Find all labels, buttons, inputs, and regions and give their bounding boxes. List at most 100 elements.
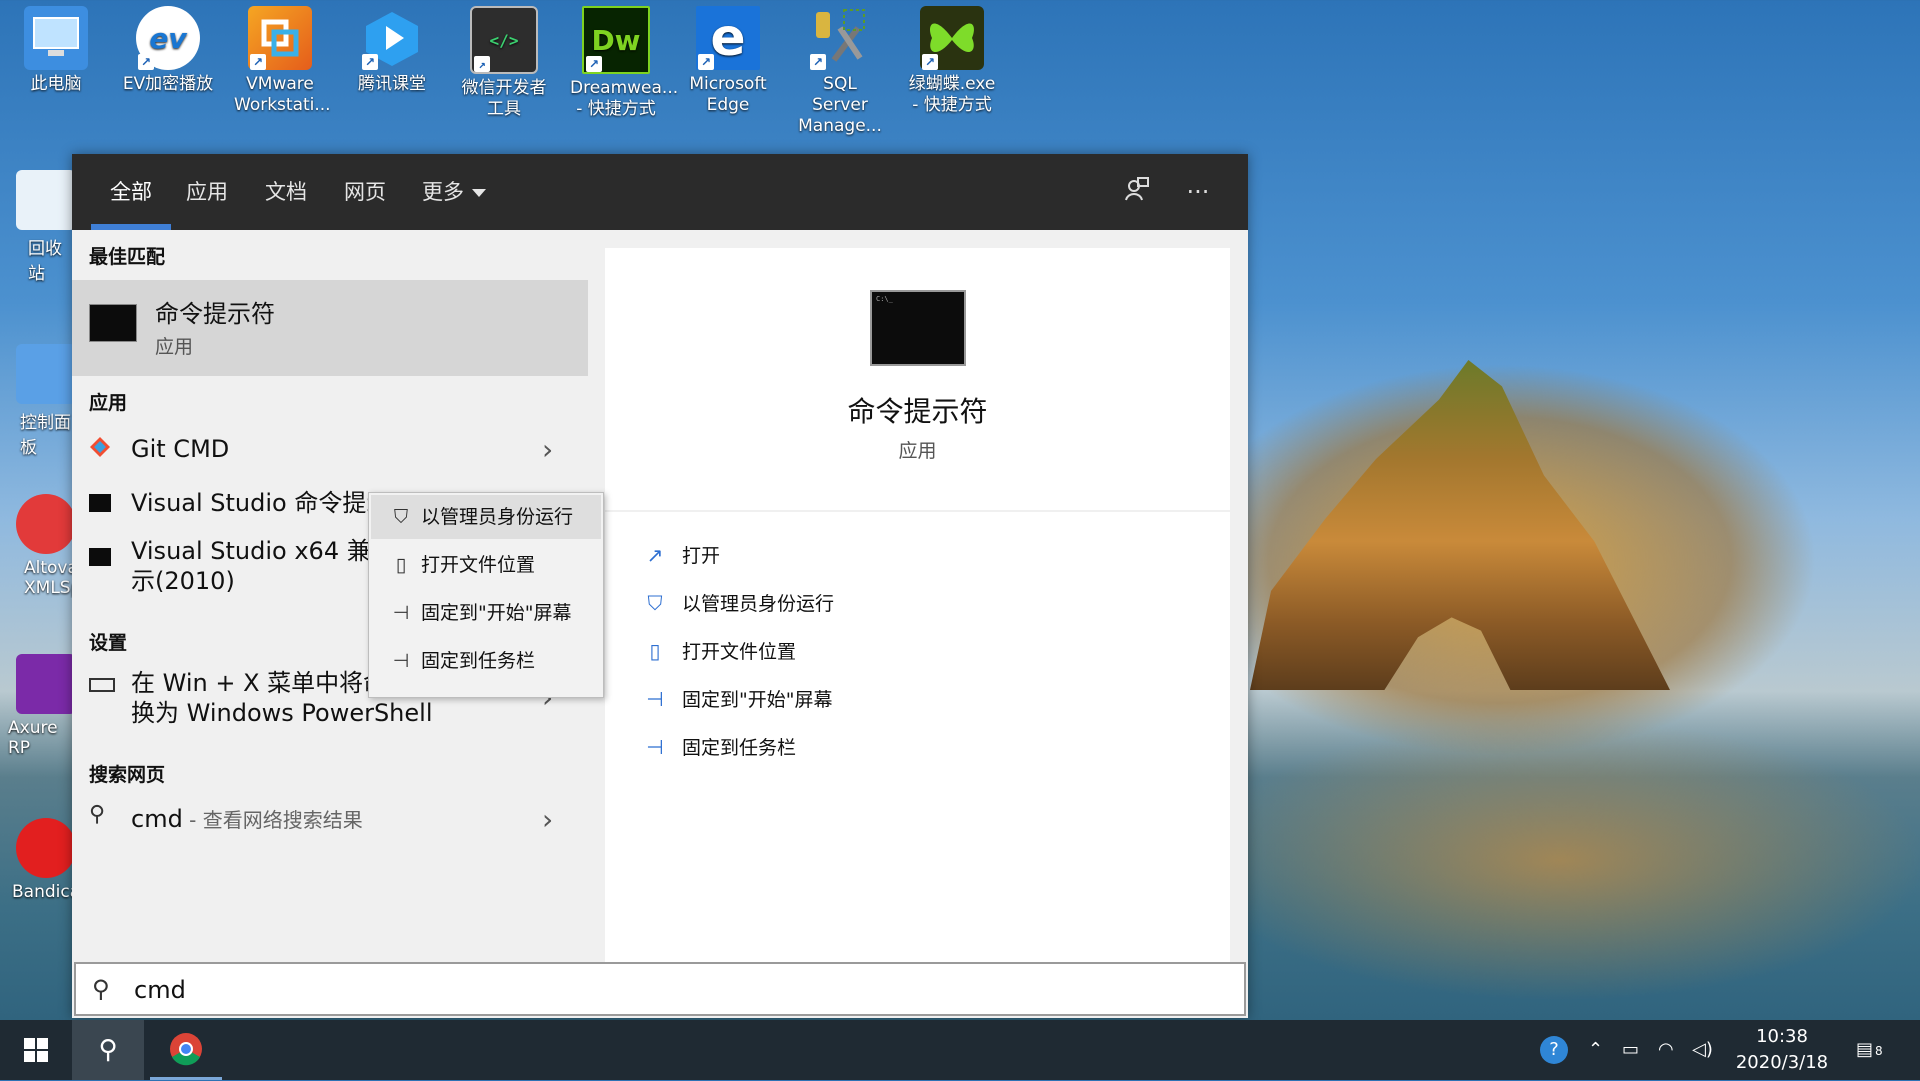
cmd-large-icon: [870, 290, 966, 366]
context-open-file-location[interactable]: ▯ 打开文件位置: [371, 543, 601, 587]
axure-icon: [16, 654, 72, 714]
altova-icon: [16, 494, 72, 554]
divider: [605, 510, 1230, 512]
action-open[interactable]: ↗ 打开: [642, 540, 720, 570]
context-run-as-admin[interactable]: ⛉ 以管理员身份运行: [371, 495, 601, 539]
chrome-icon: [170, 1032, 202, 1065]
desktop-icon-butterfly[interactable]: ↗ 绿蝴蝶.exe - 快捷方式: [906, 6, 998, 116]
taskbar: ⚲ ? ⌃ ▭ ◠ ◁) 10:38 2020/3/18 ▤ 8: [0, 1020, 1920, 1080]
desktop-icon-this-pc[interactable]: 此电脑: [10, 6, 102, 95]
desktop-icon-control-panel[interactable]: 控制面板: [0, 344, 72, 458]
context-item-label: 以管理员身份运行: [421, 506, 574, 528]
desktop-icon-sql-server[interactable]: ↗ SQL Server Manage...: [794, 6, 886, 137]
desktop-icon-label: Altova XMLSpy: [24, 558, 72, 598]
search-icon: ⚲: [98, 1035, 118, 1065]
tab-all[interactable]: 全部: [91, 154, 171, 230]
action-open-file-location[interactable]: ▯ 打开文件位置: [642, 636, 796, 666]
desktop-icon-dreamweaver[interactable]: Dw ↗ Dreamwea... - 快捷方式: [570, 6, 678, 120]
wechat-devtools-icon: </> ↗: [470, 6, 538, 74]
action-run-as-admin[interactable]: ⛉ 以管理员身份运行: [642, 588, 835, 618]
desktop-icon-label: VMware Workstati...: [234, 74, 331, 115]
chevron-right-icon[interactable]: ›: [542, 806, 558, 834]
tab-apps[interactable]: 应用: [186, 154, 228, 230]
search-tabs-bar: 全部 应用 文档 网页 更多 ···: [72, 154, 1248, 230]
action-label: 打开: [682, 545, 721, 567]
chevron-up-icon[interactable]: ⌃: [1588, 1020, 1603, 1080]
clock[interactable]: 10:38 2020/3/18: [1722, 1024, 1842, 1076]
context-item-label: 打开文件位置: [421, 554, 536, 576]
detail-subtitle: 应用: [898, 440, 937, 462]
section-header-settings: 设置: [89, 632, 128, 654]
more-options-icon[interactable]: ···: [1182, 176, 1214, 208]
desktop-icon-axure[interactable]: Axure RP: [0, 654, 72, 758]
detail-title: 命令提示符: [847, 395, 988, 428]
context-menu: ⛉ 以管理员身份运行 ▯ 打开文件位置 ⊣ 固定到"开始"屏幕 ⊣ 固定到任务栏: [368, 492, 604, 698]
desktop-icon-tencent-classroom[interactable]: ↗ 腾讯课堂: [346, 6, 438, 95]
desktop-icon-wechat-devtools[interactable]: </> ↗ 微信开发者工具: [458, 6, 550, 120]
list-item-web-search[interactable]: ⚲ cmd - 查看网络搜索结果 ›: [72, 798, 588, 842]
list-item-git-cmd[interactable]: Git CMD ›: [72, 428, 588, 472]
desktop-icon-edge[interactable]: e ↗ Microsoft Edge: [682, 6, 774, 116]
desktop-icon-label: 腾讯课堂: [358, 74, 426, 94]
action-pin-taskbar[interactable]: ⊣ 固定到任务栏: [642, 732, 796, 762]
desktop-icon-recycle-bin[interactable]: 回收站: [0, 170, 72, 284]
list-item-label: Git CMD: [131, 435, 230, 463]
wifi-icon[interactable]: ◠: [1658, 1020, 1674, 1080]
notification-center-icon[interactable]: ▤ 8: [1856, 1020, 1883, 1080]
file-location-icon: ▯: [649, 639, 661, 663]
clock-time: 10:38: [1756, 1026, 1808, 1047]
desktop-icon-altova[interactable]: Altova XMLSpy: [0, 494, 72, 598]
action-label: 固定到"开始"屏幕: [682, 689, 833, 711]
desktop-icon-label: 回收站: [28, 239, 62, 284]
search-input[interactable]: [132, 972, 1136, 1008]
pin-icon: ⊣: [392, 650, 410, 672]
bandicam-icon: [16, 818, 72, 878]
volume-icon[interactable]: ◁): [1692, 1020, 1713, 1080]
chevron-right-icon[interactable]: ›: [542, 436, 558, 464]
web-search-label: cmd - 查看网络搜索结果: [131, 804, 531, 835]
tab-more-label: 更多: [422, 180, 464, 204]
cmd-icon: [89, 494, 111, 512]
best-match-name: 命令提示符: [155, 300, 275, 328]
control-panel-icon: [16, 344, 72, 404]
desktop-icon-label: 控制面板: [20, 413, 71, 458]
pin-icon: ⊣: [392, 602, 410, 624]
battery-icon[interactable]: ▭: [1622, 1020, 1639, 1080]
desktop-icon-bandicam[interactable]: Bandicam: [0, 818, 72, 902]
chevron-down-icon: [472, 189, 486, 197]
context-pin-start[interactable]: ⊣ 固定到"开始"屏幕: [371, 591, 601, 635]
action-label: 打开文件位置: [682, 641, 797, 663]
desktop-icon-label: 微信开发者工具: [461, 78, 547, 119]
desktop-icon-label: Axure RP: [8, 718, 58, 758]
desktop-icon-ev-player[interactable]: ev ↗ EV加密播放: [122, 6, 214, 95]
desktop-icon-vmware[interactable]: ↗ VMware Workstati...: [234, 6, 331, 116]
sql-server-icon: ↗: [808, 6, 872, 70]
shield-run-icon: ⛉: [393, 506, 409, 528]
cmd-icon: [89, 304, 137, 342]
dreamweaver-icon: Dw ↗: [582, 6, 650, 74]
action-pin-start[interactable]: ⊣ 固定到"开始"屏幕: [642, 684, 832, 714]
tab-web[interactable]: 网页: [344, 154, 386, 230]
tab-more[interactable]: 更多: [422, 154, 486, 230]
help-icon[interactable]: ?: [1540, 1020, 1568, 1080]
context-pin-taskbar[interactable]: ⊣ 固定到任务栏: [371, 639, 601, 683]
section-header-best-match: 最佳匹配: [89, 246, 166, 268]
taskbar-search-button[interactable]: ⚲: [72, 1020, 144, 1080]
ev-player-icon: ev ↗: [136, 6, 200, 70]
action-label: 以管理员身份运行: [682, 593, 835, 615]
taskbar-chrome[interactable]: [150, 1020, 222, 1080]
start-button[interactable]: [0, 1020, 72, 1080]
search-box[interactable]: ⚲: [74, 962, 1246, 1016]
desktop-icon-label: 绿蝴蝶.exe - 快捷方式: [908, 74, 996, 115]
tencent-classroom-icon: ↗: [360, 6, 424, 70]
butterfly-icon: ↗: [920, 6, 984, 70]
desktop-icon-label: 此电脑: [30, 74, 82, 94]
search-panel: 全部 应用 文档 网页 更多 ··· 最佳匹配 命令提示符 应用 应用 Git …: [72, 154, 1248, 1018]
best-match-item[interactable]: 命令提示符 应用: [72, 280, 588, 376]
feedback-icon[interactable]: [1120, 176, 1152, 208]
web-query: cmd: [131, 805, 183, 833]
pin-icon: ⊣: [646, 735, 664, 759]
pin-icon: ⊣: [646, 687, 664, 711]
tab-documents[interactable]: 文档: [265, 154, 307, 230]
clock-date: 2020/3/18: [1735, 1052, 1829, 1073]
